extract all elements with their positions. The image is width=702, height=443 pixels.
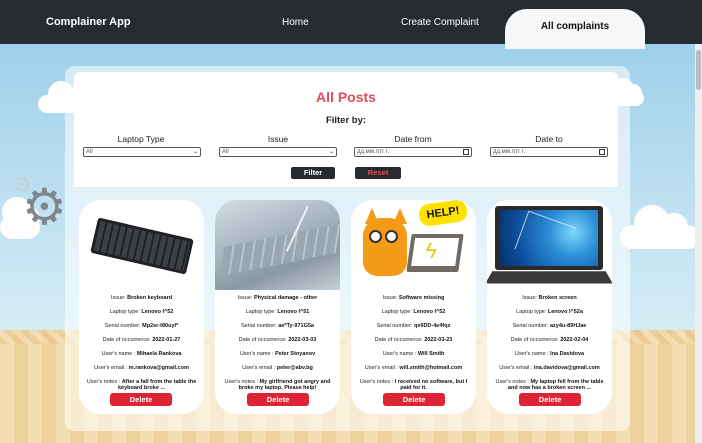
laptop-type-select[interactable]: All ⌄ <box>83 147 201 157</box>
issue-value: Broken screen <box>538 295 577 301</box>
date-from-placeholder: дд.мм.гггг г. <box>357 149 390 155</box>
damaged-laptop-photo <box>215 200 340 290</box>
date-from-label: Date from <box>394 134 432 144</box>
user-name-value: Ina Davidova <box>550 351 585 357</box>
date-value: 2022-03-23 <box>424 337 453 343</box>
serial-number-value: ae*Ty-971G5a <box>278 323 314 329</box>
issue-label: Issue: <box>522 295 537 301</box>
user-email-value: will.smith@hotmail.com <box>399 365 463 371</box>
user-email-label: User's email : <box>364 365 398 371</box>
laptop-type-value: Lenovo I^51 <box>277 309 310 315</box>
brand-logo[interactable]: Complainer App <box>46 16 131 28</box>
scrollbar-thumb[interactable] <box>696 50 701 90</box>
issue-select[interactable]: All ⌄ <box>219 147 337 157</box>
delete-button[interactable]: Delete <box>247 393 309 406</box>
laptop-type-value: All <box>86 149 93 155</box>
issue-label: Issue: <box>382 295 398 301</box>
user-notes-value: I received no software, but I paid for i… <box>394 379 468 392</box>
user-email-value: ina.davidova@gmail.com <box>533 365 600 371</box>
chevron-down-icon: ⌄ <box>328 149 334 155</box>
user-name-value: Peter Stoyanov <box>275 351 316 357</box>
gear-icon: ⚙ <box>22 179 67 235</box>
serial-number-label: Serial number: <box>376 323 413 329</box>
filter-button[interactable]: Filter <box>291 167 335 179</box>
issue-value: Broken keyboard <box>127 295 173 301</box>
laptop-type-label: Laptop Type <box>117 134 165 144</box>
user-email-label: User's email : <box>499 365 533 371</box>
navbar: Complainer App Home Create Complaint All… <box>0 0 702 49</box>
laptop-type-label: Laptop type: <box>516 309 547 315</box>
user-notes-label: User's notes : <box>359 379 394 385</box>
filter-panel: All Posts Filter by: Laptop Type All ⌄ I… <box>74 72 618 187</box>
laptop-type-label: Laptop type: <box>109 309 140 315</box>
nav-all-complaints-tab[interactable]: All complaints <box>505 9 645 49</box>
issue-value: Software missing <box>398 295 445 301</box>
user-email-value: m.rankova@gmail.com <box>128 365 189 371</box>
chevron-down-icon: ⌄ <box>192 149 198 155</box>
calendar-icon[interactable] <box>599 149 605 155</box>
date-label: Date of occurrence: <box>374 337 423 343</box>
issue-value: All <box>222 149 229 155</box>
serial-number-value: azy4u-89HJae <box>549 323 587 329</box>
date-label: Date of occurrence: <box>510 337 559 343</box>
user-name-value: Mihaela Rankova <box>136 351 182 357</box>
scrollbar[interactable] <box>695 44 702 443</box>
user-name-label: User's name : <box>514 351 549 357</box>
page-title: All Posts <box>316 89 376 105</box>
user-notes-value: After a fall from the table the keyboard… <box>117 379 197 392</box>
user-email-label: User's email : <box>242 365 276 371</box>
help-monster-illustration: HELP! <box>351 200 476 290</box>
delete-button[interactable]: Delete <box>383 393 445 406</box>
laptop-type-label: Laptop type: <box>381 309 412 315</box>
filter-heading: Filter by: <box>325 115 367 126</box>
cloud-decoration <box>620 205 700 249</box>
serial-number-value: qe9DD-4e4fqz <box>413 323 451 329</box>
date-label: Date of occurrence: <box>102 337 151 343</box>
laptop-type-value: Lenovo I^52a <box>547 309 583 315</box>
serial-number-value: Mp2er-t80uyl* <box>142 323 179 329</box>
date-value: 2022-03-03 <box>288 337 317 343</box>
serial-number-label: Serial number: <box>241 323 277 329</box>
user-name-label: User's name : <box>382 351 417 357</box>
user-name-label: User's name : <box>239 351 274 357</box>
calendar-icon[interactable] <box>463 149 469 155</box>
serial-number-label: Serial number: <box>104 323 141 329</box>
nav-create-complaint-link[interactable]: Create Complaint <box>401 17 479 28</box>
date-value: 2022-02-04 <box>560 337 589 343</box>
delete-button[interactable]: Delete <box>519 393 581 406</box>
reset-button[interactable]: Reset <box>355 167 401 179</box>
date-from-input[interactable]: дд.мм.гггг г. <box>354 147 472 157</box>
issue-label: Issue <box>267 134 289 144</box>
user-notes-label: User's notes : <box>86 379 121 385</box>
post-card: Issue: Physical damage - other Laptop ty… <box>215 200 340 414</box>
nav-home-link[interactable]: Home <box>282 17 309 28</box>
user-email-value: peter@abv.bg <box>276 365 313 371</box>
laptop-type-value: Lenovo I^52 <box>141 309 174 315</box>
broken-screen-photo <box>487 200 612 290</box>
date-label: Date of occurrence: <box>238 337 287 343</box>
date-to-input[interactable]: дд.мм.гггг г. <box>490 147 608 157</box>
post-card: HELP! Issue: Software missing Laptop typ… <box>351 200 476 414</box>
issue-value: Physical damage - other <box>253 295 318 301</box>
issue-label: Issue: <box>110 295 126 301</box>
post-card: Issue: Broken keyboard Laptop type: Leno… <box>79 200 204 414</box>
user-name-value: Will Smith <box>417 351 445 357</box>
laptop-type-label: Laptop type: <box>245 309 276 315</box>
serial-number-label: Serial number: <box>512 323 549 329</box>
laptop-type-value: Lenovo I^52 <box>413 309 446 315</box>
post-card: Issue: Broken screen Laptop type: Lenovo… <box>487 200 612 414</box>
user-email-label: User's email : <box>94 365 128 371</box>
date-to-label: Date to <box>535 134 563 144</box>
issue-label: Issue: <box>237 295 253 301</box>
user-name-label: User's name : <box>101 351 136 357</box>
delete-button[interactable]: Delete <box>110 393 172 406</box>
date-value: 2022-01-27 <box>152 337 181 343</box>
date-to-placeholder: дд.мм.гггг г. <box>493 149 526 155</box>
keyboard-photo <box>79 200 204 290</box>
